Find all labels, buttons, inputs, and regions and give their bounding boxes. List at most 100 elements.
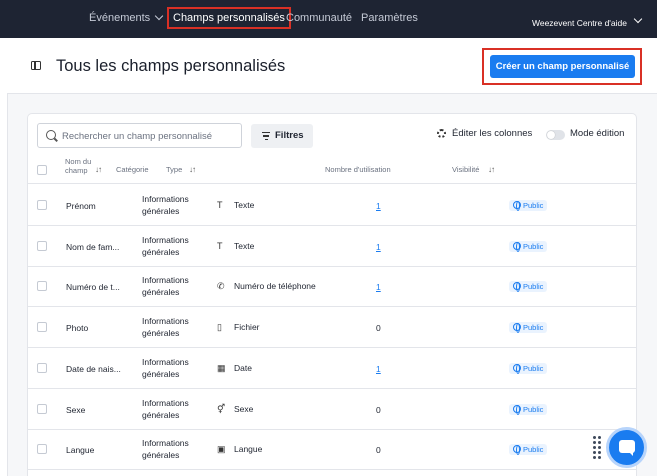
custom-fields-card: Filtres Éditer les colonnes Mode édition… bbox=[27, 113, 637, 476]
table-row[interactable]: Date de nais... Informations générales ▦ Da… bbox=[28, 348, 636, 389]
usage-count[interactable]: 1 bbox=[376, 282, 381, 292]
field-type: ✆ Numéro de téléphone bbox=[217, 281, 316, 292]
visibility-badge: Public bbox=[509, 403, 548, 415]
table-row[interactable]: Sexe Informations générales ⚥ Sexe 0 Public bbox=[28, 389, 636, 430]
field-name[interactable]: Date de nais... bbox=[66, 364, 121, 374]
usage-count[interactable]: 1 bbox=[376, 242, 381, 252]
top-navigation: Événements Champs personnalisés Communau… bbox=[0, 0, 657, 38]
globe-icon bbox=[513, 323, 521, 334]
row-checkbox[interactable] bbox=[37, 322, 47, 333]
row-checkbox[interactable] bbox=[37, 281, 47, 292]
row-checkbox[interactable] bbox=[37, 444, 47, 455]
field-type-label: Texte bbox=[234, 200, 255, 210]
create-button-highlight: Créer un champ personnalisé bbox=[482, 48, 642, 85]
nav-custom-fields[interactable]: Champs personnalisés bbox=[167, 7, 291, 29]
sidebar-toggle-icon[interactable] bbox=[31, 61, 41, 70]
column-name[interactable]: Nom du champ bbox=[65, 157, 95, 175]
field-name[interactable]: Langue bbox=[66, 445, 94, 455]
field-name[interactable]: Sexe bbox=[66, 405, 85, 415]
field-type: ⚥ Sexe bbox=[217, 404, 253, 415]
field-type-label: Date bbox=[234, 362, 252, 373]
visibility-badge: Public bbox=[509, 281, 548, 293]
table-row[interactable]: Nom de fam... Informations générales T Text… bbox=[28, 226, 636, 267]
field-type: ▯ Fichier bbox=[217, 322, 260, 333]
search-input[interactable] bbox=[62, 128, 237, 144]
visibility-label: Public bbox=[523, 201, 544, 210]
column-category[interactable]: Catégorie bbox=[116, 165, 149, 174]
visibility-label: Public bbox=[523, 363, 544, 373]
field-type-icon: ▦ bbox=[217, 362, 226, 373]
field-type: T Texte bbox=[217, 200, 254, 210]
globe-icon bbox=[513, 282, 521, 293]
usage-count: 0 bbox=[376, 323, 381, 334]
globe-icon bbox=[513, 363, 521, 374]
chat-button[interactable] bbox=[606, 427, 647, 468]
field-type-label: Numéro de téléphone bbox=[234, 281, 316, 292]
field-type-icon: T bbox=[217, 200, 223, 210]
globe-icon bbox=[513, 201, 521, 211]
visibility-badge: Public bbox=[509, 240, 548, 252]
sort-icon[interactable]: ↓↑ bbox=[189, 165, 196, 174]
table-row[interactable]: Photo Informations générales ▯ Fichier 0 Publ… bbox=[28, 307, 636, 349]
help-center-link[interactable]: Weezevent Centre d'aide bbox=[532, 0, 627, 38]
usage-count[interactable]: 1 bbox=[376, 201, 381, 211]
edit-columns-label: Éditer les colonnes bbox=[452, 128, 533, 139]
field-name[interactable]: Numéro de t... bbox=[66, 282, 120, 292]
usage-count[interactable]: 1 bbox=[376, 364, 381, 374]
row-checkbox[interactable] bbox=[37, 403, 47, 414]
nav-settings[interactable]: Paramètres bbox=[361, 0, 418, 38]
column-type[interactable]: Type bbox=[166, 165, 182, 174]
field-type-label: Sexe bbox=[234, 403, 254, 414]
page-title: Tous les champs personnalisés bbox=[56, 57, 286, 75]
field-category: Informations générales bbox=[142, 194, 189, 216]
globe-icon bbox=[513, 404, 521, 415]
field-category: Informations générales bbox=[142, 356, 189, 379]
search-box[interactable] bbox=[37, 123, 242, 148]
nav-events[interactable]: Événements bbox=[89, 0, 164, 38]
visibility-label: Public bbox=[523, 282, 544, 292]
row-checkbox[interactable] bbox=[37, 362, 47, 373]
visibility-badge: Public bbox=[509, 444, 548, 456]
field-type-icon: T bbox=[217, 240, 223, 251]
column-visibility[interactable]: Visibilité bbox=[452, 165, 479, 174]
field-category: Informations générales bbox=[142, 316, 189, 339]
search-icon bbox=[46, 130, 56, 140]
chat-icon bbox=[619, 440, 635, 456]
nav-events-label: Événements bbox=[89, 12, 151, 24]
globe-icon bbox=[513, 445, 521, 456]
create-custom-field-button[interactable]: Créer un champ personnalisé bbox=[490, 55, 635, 78]
edit-mode-toggle[interactable] bbox=[546, 130, 565, 140]
table-row[interactable]: Langue Informations générales ▣ Langue 0 Publ… bbox=[28, 429, 636, 471]
field-type: ▦ Date bbox=[217, 363, 252, 374]
usage-count: 0 bbox=[376, 445, 381, 456]
field-name[interactable]: Photo bbox=[66, 323, 88, 333]
visibility-label: Public bbox=[523, 404, 544, 414]
chevron-down-icon[interactable] bbox=[633, 14, 643, 24]
row-checkbox[interactable] bbox=[37, 240, 47, 251]
field-name[interactable]: Nom de fam... bbox=[66, 242, 119, 252]
gear-icon bbox=[437, 129, 446, 138]
field-type-label: Langue bbox=[234, 444, 263, 455]
sort-icon[interactable]: ↓↑ bbox=[95, 165, 102, 174]
field-type-icon: ▯ bbox=[217, 322, 222, 333]
field-name[interactable]: Prénom bbox=[66, 201, 96, 211]
field-category: Informations générales bbox=[142, 438, 189, 461]
visibility-badge: Public bbox=[509, 362, 548, 374]
table-row[interactable]: Prénom Informations générales T Texte 1 Publi… bbox=[28, 185, 636, 226]
nav-community[interactable]: Communauté bbox=[286, 0, 352, 38]
chevron-down-icon bbox=[154, 11, 164, 21]
column-usage: Nombre d'utilisation bbox=[325, 165, 391, 174]
field-type-label: Texte bbox=[234, 240, 255, 251]
drag-handle-icon[interactable] bbox=[593, 436, 601, 460]
sort-icon[interactable]: ↓↑ bbox=[488, 165, 495, 174]
field-type-icon: ✆ bbox=[217, 281, 225, 292]
visibility-label: Public bbox=[523, 445, 544, 455]
filters-label: Filtres bbox=[275, 130, 304, 141]
field-type-label: Fichier bbox=[234, 322, 260, 333]
table-row[interactable]: Numéro de t... Informations générales ✆ Num… bbox=[28, 266, 636, 308]
filters-button[interactable]: Filtres bbox=[251, 124, 313, 148]
globe-icon bbox=[513, 241, 521, 252]
select-all-checkbox[interactable] bbox=[37, 165, 47, 175]
usage-count: 0 bbox=[376, 404, 381, 415]
row-checkbox[interactable] bbox=[37, 200, 47, 210]
